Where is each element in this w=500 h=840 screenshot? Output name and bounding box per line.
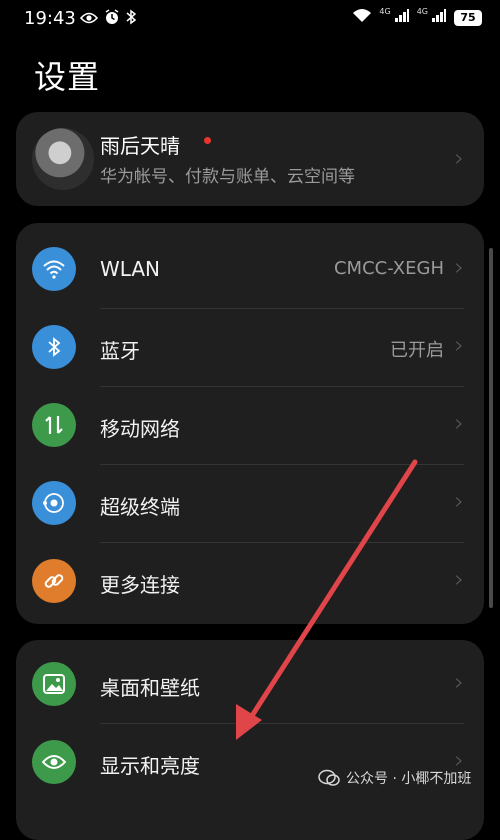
settings-item-label: 更多连接 [100, 573, 180, 597]
battery-indicator: 75 [454, 9, 482, 26]
super-device-icon [32, 481, 76, 525]
scrollbar[interactable] [489, 248, 493, 608]
wechat-icon [318, 769, 340, 787]
account-name: 雨后天晴 [100, 134, 180, 158]
chevron-right-icon: › [454, 144, 464, 172]
settings-item-bluetooth[interactable]: 蓝牙 已开启 › [16, 309, 484, 387]
network-label-1: 4G [379, 7, 391, 16]
settings-item-label: WLAN [100, 257, 161, 281]
status-bar: 19:43 4G 4G 75 [0, 0, 500, 36]
display-group: 桌面和壁纸 › 显示和亮度 › [16, 640, 484, 840]
network-label-2: 4G [416, 7, 428, 16]
bluetooth-icon [32, 325, 76, 369]
bluetooth-status: 已开启 [390, 340, 444, 361]
page-title: 设置 [34, 58, 101, 96]
settings-item-label: 移动网络 [100, 417, 180, 441]
watermark: 公众号 · 小椰不加班 [318, 768, 471, 788]
eye-comfort-icon [79, 10, 99, 29]
signal-icon-1 [394, 8, 410, 27]
signal-icon-2 [431, 8, 447, 27]
wifi-network-name: CMCC-XEGH [333, 258, 444, 279]
account-card[interactable]: 雨后天晴 华为帐号、付款与账单、云空间等 › [16, 112, 484, 206]
connectivity-group: WLAN CMCC-XEGH › 蓝牙 已开启 › 移动网络 › 超级终端 › … [16, 223, 484, 624]
settings-item-super-device[interactable]: 超级终端 › [16, 465, 484, 543]
settings-item-label: 蓝牙 [100, 339, 140, 363]
notification-dot [204, 137, 211, 144]
mobile-data-icon [32, 403, 76, 447]
settings-item-label: 桌面和壁纸 [100, 676, 200, 700]
chevron-right-icon: › [454, 565, 464, 593]
wifi-icon [32, 247, 76, 291]
settings-item-more-connections[interactable]: 更多连接 › [16, 543, 484, 621]
settings-item-display-brightness[interactable]: 显示和亮度 › [16, 724, 484, 802]
chevron-right-icon: › [454, 331, 464, 359]
wallpaper-icon [32, 662, 76, 706]
settings-item-home-wallpaper[interactable]: 桌面和壁纸 › [16, 646, 484, 724]
settings-item-label: 超级终端 [100, 495, 180, 519]
chevron-right-icon: › [454, 668, 464, 696]
alarm-icon [104, 9, 120, 29]
settings-item-label: 显示和亮度 [100, 754, 200, 778]
settings-item-wlan[interactable]: WLAN CMCC-XEGH › [16, 231, 484, 309]
avatar [32, 128, 94, 190]
chevron-right-icon: › [454, 487, 464, 515]
account-subtitle: 华为帐号、付款与账单、云空间等 [100, 167, 355, 187]
link-icon [32, 559, 76, 603]
wifi-status-icon [352, 8, 372, 27]
status-time: 19:43 [24, 8, 76, 29]
watermark-text: 公众号 · 小椰不加班 [346, 771, 472, 787]
eye-icon [32, 740, 76, 784]
bluetooth-status-icon [126, 9, 137, 29]
chevron-right-icon: › [454, 253, 464, 281]
chevron-right-icon: › [454, 409, 464, 437]
settings-item-mobile-network[interactable]: 移动网络 › [16, 387, 484, 465]
